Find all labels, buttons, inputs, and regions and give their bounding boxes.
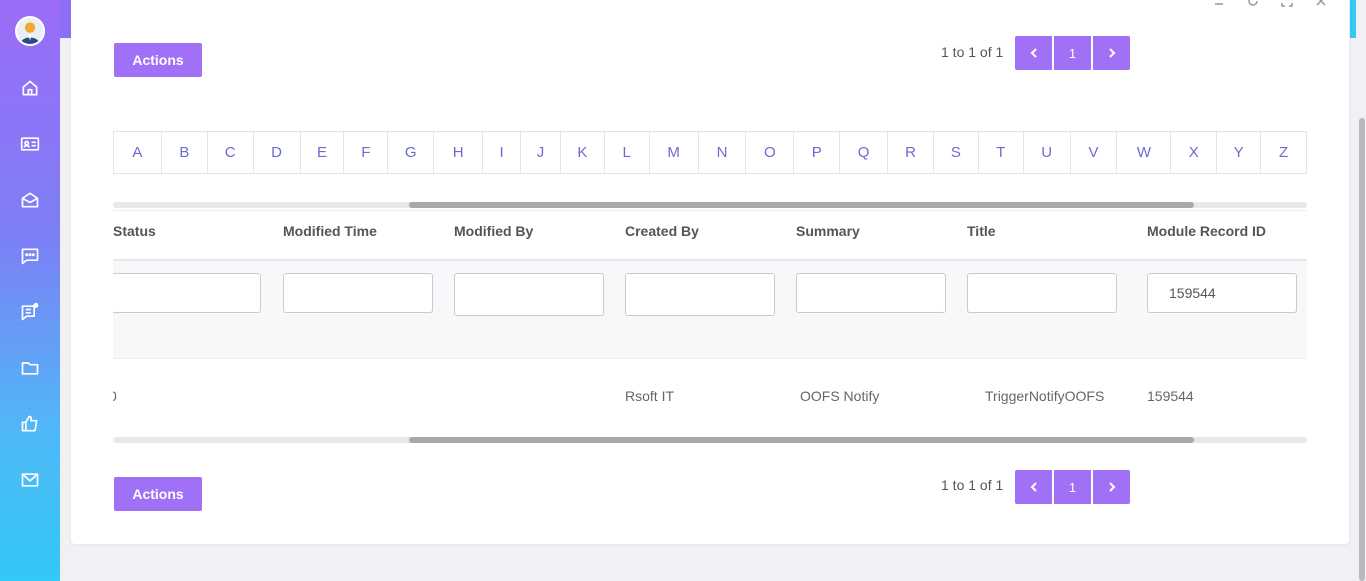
alpha-letter[interactable]: I (483, 132, 521, 173)
alpha-letter[interactable]: W (1117, 132, 1172, 173)
alpha-letter[interactable]: A (114, 132, 162, 173)
alpha-letter[interactable]: M (650, 132, 699, 173)
envelope-icon[interactable] (18, 468, 42, 492)
window-controls (1213, 0, 1327, 7)
list-view-panel: Actions 1 to 1 of 1 1 A B C D E F G H I … (71, 0, 1349, 544)
chevron-right-icon (1108, 48, 1115, 58)
sidebar (0, 0, 60, 581)
table-scrollbar-top[interactable] (113, 202, 1307, 208)
chevron-left-icon (1030, 48, 1037, 58)
alpha-letter[interactable]: K (561, 132, 605, 173)
refresh-icon[interactable] (1247, 0, 1259, 6)
alpha-letter[interactable]: L (605, 132, 650, 173)
chevron-left-icon (1030, 482, 1037, 492)
cell-status: 0 (113, 388, 117, 404)
alpha-letter[interactable]: R (888, 132, 934, 173)
alpha-letter[interactable]: C (208, 132, 254, 173)
actions-button-bottom[interactable]: Actions (114, 477, 202, 511)
alpha-letter[interactable]: Q (840, 132, 889, 173)
column-header-modified-time[interactable]: Modified Time (283, 223, 377, 239)
cell-title[interactable]: TriggerNotifyOOFS (985, 388, 1104, 404)
alpha-letter[interactable]: G (388, 132, 435, 173)
next-page-button-bottom[interactable] (1093, 470, 1130, 504)
avatar-icon (17, 18, 43, 44)
alpha-letter[interactable]: P (794, 132, 841, 173)
created-by-filter-input[interactable] (625, 273, 775, 316)
table-scrollbar-thumb-bottom[interactable] (409, 437, 1194, 443)
module-record-id-filter-input[interactable] (1147, 273, 1297, 313)
alpha-letter[interactable]: O (746, 132, 795, 173)
alpha-letter[interactable]: U (1024, 132, 1071, 173)
expand-icon[interactable] (1281, 0, 1293, 7)
alpha-letter[interactable]: X (1171, 132, 1218, 173)
summary-filter-input[interactable] (796, 273, 946, 313)
alpha-letter[interactable]: H (434, 132, 484, 173)
pagination-bottom: 1 (1015, 470, 1130, 504)
table-filter-row (113, 261, 1307, 359)
title-filter-input[interactable] (967, 273, 1117, 313)
pagination-top: 1 (1015, 36, 1130, 70)
chat-icon[interactable] (18, 244, 42, 268)
alpha-letter[interactable]: F (344, 132, 389, 173)
page-number-button-bottom[interactable]: 1 (1054, 470, 1091, 504)
close-icon[interactable] (1315, 0, 1327, 6)
user-avatar[interactable] (15, 16, 45, 46)
page-scrollbar-thumb[interactable] (1359, 118, 1365, 581)
mail-open-icon[interactable] (18, 188, 42, 212)
prev-page-button-top[interactable] (1015, 36, 1052, 70)
cell-created-by: Rsoft IT (625, 388, 675, 404)
column-header-modified-by[interactable]: Modified By (454, 223, 533, 239)
page-number-button-top[interactable]: 1 (1054, 36, 1091, 70)
cell-module-record-id: 159544 (1147, 388, 1194, 404)
table-scrollbar-thumb-top[interactable] (409, 202, 1194, 208)
modified-time-filter-input[interactable] (283, 273, 433, 313)
alpha-letter[interactable]: Z (1261, 132, 1306, 173)
alpha-letter[interactable]: E (301, 132, 345, 173)
contact-card-icon[interactable] (18, 132, 42, 156)
status-filter-input[interactable] (113, 273, 261, 313)
pager-summary-top: 1 to 1 of 1 (941, 44, 1004, 60)
column-header-created-by[interactable]: Created By (625, 223, 699, 239)
thumbs-up-icon[interactable] (18, 412, 42, 436)
alpha-letter[interactable]: D (254, 132, 301, 173)
column-header-summary[interactable]: Summary (796, 223, 860, 239)
alphabet-filter: A B C D E F G H I J K L M N O P Q R S T … (113, 131, 1307, 174)
modified-by-filter-input[interactable] (454, 273, 604, 316)
alpha-letter[interactable]: V (1071, 132, 1118, 173)
actions-button-top[interactable]: Actions (114, 43, 202, 77)
minimize-icon[interactable] (1213, 0, 1225, 6)
prev-page-button-bottom[interactable] (1015, 470, 1052, 504)
alpha-letter[interactable]: T (979, 132, 1024, 173)
table-row[interactable]: 0 Rsoft IT OOFS Notify TriggerNotifyOOFS… (113, 359, 1307, 434)
column-header-module-record-id[interactable]: Module Record ID (1147, 223, 1266, 239)
table-header-row: Status Modified Time Modified By Created… (113, 211, 1307, 261)
pager-summary-bottom: 1 to 1 of 1 (941, 477, 1004, 493)
home-icon[interactable] (18, 76, 42, 100)
column-header-title[interactable]: Title (967, 223, 996, 239)
notes-notification-icon[interactable] (18, 300, 42, 324)
table-scrollbar-bottom[interactable] (113, 437, 1307, 443)
cell-summary: OOFS Notify (800, 388, 880, 404)
next-page-button-top[interactable] (1093, 36, 1130, 70)
chevron-right-icon (1108, 482, 1115, 492)
folder-icon[interactable] (18, 356, 42, 380)
alpha-letter[interactable]: N (699, 132, 747, 173)
records-table: Status Modified Time Modified By Created… (113, 210, 1307, 435)
alpha-letter[interactable]: Y (1217, 132, 1262, 173)
column-header-status[interactable]: Status (113, 223, 156, 239)
alpha-letter[interactable]: S (934, 132, 979, 173)
alpha-letter[interactable]: J (521, 132, 561, 173)
alpha-letter[interactable]: B (162, 132, 208, 173)
